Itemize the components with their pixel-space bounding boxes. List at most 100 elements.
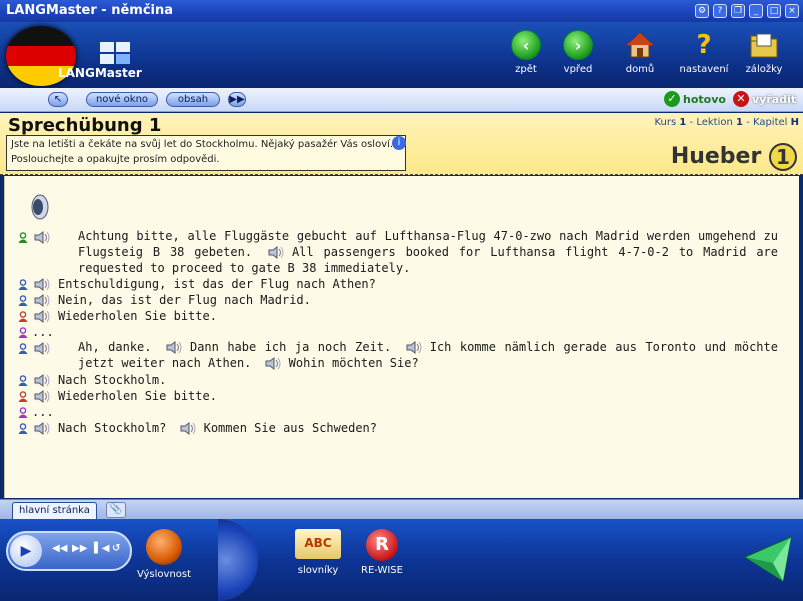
attachment-tab[interactable]: 📎	[106, 502, 126, 518]
dictionary-book-icon: ABC	[295, 529, 341, 559]
play-speaker-icon[interactable]	[34, 342, 52, 355]
play-button[interactable]: ▶	[10, 535, 42, 567]
secondary-toolbar: ↖ nové okno obsah ▶▶ ✓ hotovo ✕ vyřadit	[0, 88, 803, 112]
window-title: LANGMaster - němčina	[6, 3, 174, 18]
rewise-icon: R	[366, 529, 398, 561]
dialogue-row: Entschuldigung, ist das der Flug nach At…	[18, 277, 376, 291]
kapitel-label: Kapitel	[752, 117, 788, 128]
dialogue-row: Wiederholen Sie bitte.	[18, 389, 217, 403]
back-arrow-icon: ‹	[511, 30, 541, 60]
maximize-icon[interactable]: □	[767, 4, 781, 18]
home-label: domů	[625, 64, 655, 75]
bookmarks-button[interactable]: záložky	[734, 28, 794, 84]
play-speaker-icon[interactable]	[34, 310, 52, 323]
play-speaker-icon[interactable]	[34, 294, 52, 307]
next-double-arrow-button[interactable]: ▶▶	[228, 92, 246, 107]
envelope-icon[interactable]	[743, 535, 793, 583]
dialogue-row: Wiederholen Sie bitte.	[18, 309, 217, 323]
last-line-1: Nach Stockholm?	[58, 421, 167, 435]
contents-button[interactable]: obsah	[166, 92, 220, 107]
done-button[interactable]: ✓ hotovo	[664, 91, 726, 107]
audio-player: ▶ ◀◀ ▶▶ ▌◀ ↺	[6, 531, 132, 571]
kapitel-value: H	[790, 117, 799, 128]
speaker-person-icon	[18, 278, 28, 290]
minimize-icon[interactable]: _	[749, 4, 763, 18]
lesson-header: Sprechübung 1 Jste na letišti a čekáte n…	[0, 113, 803, 175]
done-label: hotovo	[683, 92, 726, 106]
play-speaker-icon[interactable]	[34, 231, 52, 244]
publisher-name: Hueber	[670, 144, 762, 169]
cursor-button[interactable]: ↖	[48, 92, 68, 107]
forward-button[interactable]: › vpřed	[548, 28, 608, 84]
play-speaker-icon[interactable]	[34, 422, 52, 435]
check-icon: ✓	[664, 91, 680, 107]
play-speaker-icon[interactable]	[166, 341, 184, 354]
settings-icon[interactable]: ⚙	[695, 4, 709, 18]
speaker-person-icon	[18, 390, 28, 402]
player-divider	[218, 519, 258, 601]
speaker-person-icon	[18, 422, 28, 434]
lektion-value: 1	[736, 117, 743, 128]
tab-main-page[interactable]: hlavní stránka	[12, 502, 97, 519]
home-button[interactable]: domů	[610, 28, 670, 84]
dialogue-content	[4, 176, 799, 498]
instruction-box: Jste na letišti a čekáte na svůj let do …	[6, 135, 406, 171]
dialogue-line-text: Wiederholen Sie bitte.	[58, 389, 217, 403]
home-icon	[625, 32, 655, 58]
play-speaker-icon[interactable]	[268, 246, 286, 259]
dialogue-line-text: Wiederholen Sie bitte.	[58, 309, 217, 323]
speaker-person-icon	[18, 326, 28, 338]
last-line-2: Kommen Sie aus Schweden?	[203, 421, 377, 435]
help-question-icon: ?	[696, 30, 712, 60]
forward-label: vpřed	[563, 64, 593, 75]
help-icon[interactable]: ?	[713, 4, 727, 18]
info-icon[interactable]: i	[392, 136, 406, 150]
pronunciation-icon	[146, 529, 182, 565]
reply-1: Ah, danke.	[78, 340, 152, 354]
dialogue-row	[18, 341, 58, 355]
repeat-button[interactable]: ↺	[112, 543, 120, 554]
play-speaker-icon[interactable]	[34, 278, 52, 291]
close-icon[interactable]: ×	[785, 4, 799, 18]
pronunciation-button[interactable]: Výslovnost	[134, 529, 194, 580]
langmaster-logo-icon	[100, 42, 132, 66]
app-header: LANGMaster ‹ zpět › vpřed domů ? nastave…	[0, 22, 803, 88]
dictionaries-button[interactable]: ABC slovníky	[288, 529, 348, 576]
tab-strip: hlavní stránka 📎	[0, 499, 803, 519]
new-window-button[interactable]: nové okno	[86, 92, 158, 107]
window-controls: ⚙ ? ❐ _ □ ×	[695, 4, 799, 18]
play-speaker-icon[interactable]	[406, 341, 424, 354]
kurs-value: 1	[679, 117, 687, 128]
publisher-logo: Hueber 1	[671, 143, 797, 171]
lesson-title: Sprechübung 1	[8, 115, 162, 136]
play-speaker-icon[interactable]	[265, 357, 283, 370]
player-bar: ▶ ◀◀ ▶▶ ▌◀ ↺ Výslovnost ABC slovníky R R…	[0, 519, 803, 601]
dialogue-row: Nein, das ist der Flug nach Madrid.	[18, 293, 311, 307]
pronunciation-label: Výslovnost	[136, 569, 192, 580]
evaluate-label: vyřadit	[752, 92, 797, 106]
skip-start-button[interactable]: ▌◀	[94, 543, 109, 554]
restore-icon[interactable]: ❐	[731, 4, 745, 18]
dialogue-row: Nach Stockholm? Kommen Sie aus Schweden?	[18, 421, 377, 435]
rewind-button[interactable]: ◀◀	[52, 543, 67, 554]
rewise-label: RE-WISE	[361, 565, 403, 576]
evaluate-button[interactable]: ✕ vyřadit	[733, 91, 796, 107]
reply-4: Wohin möchten Sie?	[288, 356, 419, 370]
play-speaker-icon[interactable]	[34, 374, 52, 387]
lektion-label: Lektion	[696, 117, 733, 128]
speaker-person-icon	[18, 231, 28, 243]
folder-icon	[750, 33, 778, 58]
play-all-speaker-icon[interactable]	[27, 194, 49, 220]
back-label: zpět	[515, 64, 537, 75]
dialogue-row: Nach Stockholm.	[18, 373, 166, 387]
settings-button[interactable]: ? nastavení	[674, 28, 734, 84]
dialogue-row	[18, 230, 58, 244]
fast-forward-button[interactable]: ▶▶	[72, 543, 87, 554]
dialogue-line-text: ...	[32, 325, 54, 339]
back-button[interactable]: ‹ zpět	[496, 28, 556, 84]
dialogue-line-text: ...	[32, 405, 54, 419]
play-speaker-icon[interactable]	[180, 422, 198, 435]
play-speaker-icon[interactable]	[34, 390, 52, 403]
rewise-button[interactable]: R RE-WISE	[352, 529, 412, 576]
kurs-label: Kurs	[654, 117, 677, 128]
